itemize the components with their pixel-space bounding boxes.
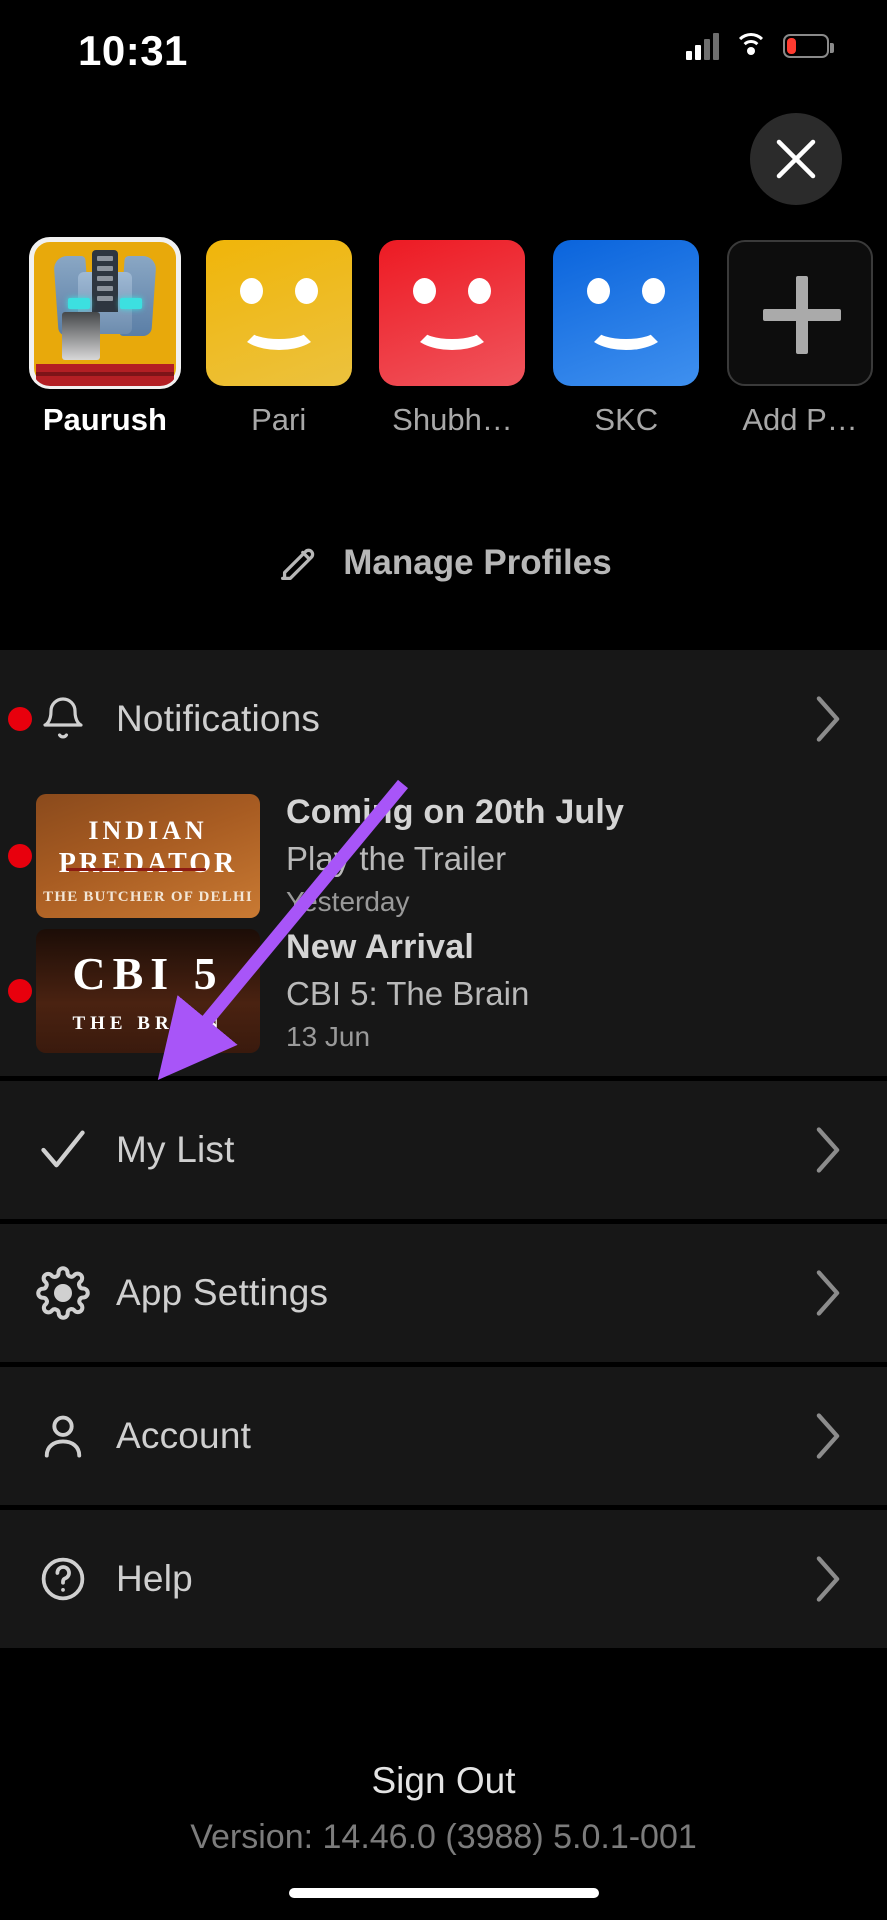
smiley-avatar[interactable] bbox=[205, 240, 352, 386]
profile-name: Add P… bbox=[742, 402, 858, 437]
menu-item-app-settings[interactable]: App Settings bbox=[0, 1224, 887, 1362]
notification-subtitle: Play the Trailer bbox=[286, 840, 507, 877]
app-settings-group: App Settings bbox=[0, 1224, 887, 1362]
cbi5-thumbnail: CBI 5 THE BRAIN bbox=[36, 928, 260, 1053]
profile-item-shubh[interactable]: Shubh… bbox=[366, 240, 540, 438]
question-circle-icon bbox=[28, 1554, 98, 1604]
chevron-right-icon bbox=[816, 1413, 840, 1459]
notification-title: Coming on 20th July bbox=[286, 793, 625, 831]
unread-dot bbox=[8, 978, 32, 1003]
notification-item[interactable]: INDIAN PREDATOR THE BUTCHER OF DELHI Com… bbox=[0, 788, 887, 923]
profile-item-paurush[interactable]: Paurush bbox=[18, 237, 192, 438]
profile-item-pari[interactable]: Pari bbox=[192, 240, 366, 438]
cellular-signal-icon bbox=[686, 32, 719, 60]
profile-name: Pari bbox=[251, 402, 307, 437]
poster-line-2: THE BRAIN bbox=[72, 1012, 224, 1034]
unread-dot bbox=[8, 843, 32, 868]
menu-item-help[interactable]: Help bbox=[0, 1510, 887, 1648]
bell-icon bbox=[28, 695, 98, 743]
menu-item-my-list[interactable]: My List bbox=[0, 1081, 887, 1219]
gear-icon bbox=[28, 1266, 98, 1320]
wifi-icon bbox=[734, 33, 768, 59]
account-group: Account bbox=[0, 1367, 887, 1505]
poster-line-3: THE BUTCHER OF DELHI bbox=[43, 888, 253, 905]
poster-line-2: PREDATOR bbox=[58, 847, 238, 879]
add-profile-avatar[interactable] bbox=[727, 240, 874, 386]
menu-item-label: My List bbox=[116, 1129, 235, 1170]
profile-name: Shubh… bbox=[392, 402, 513, 437]
version-label: Version: 14.46.0 (3988) 5.0.1-001 bbox=[190, 1818, 697, 1856]
optimus-prime-avatar[interactable] bbox=[28, 237, 181, 389]
menu-item-label: Account bbox=[116, 1415, 252, 1456]
smiley-avatar[interactable] bbox=[553, 240, 700, 386]
chevron-right-icon bbox=[816, 1556, 840, 1602]
notification-date: Yesterday bbox=[286, 886, 410, 917]
notifications-label: Notifications bbox=[116, 698, 321, 739]
unread-dot bbox=[8, 707, 32, 731]
menu-item-account[interactable]: Account bbox=[0, 1367, 887, 1505]
chevron-right-icon bbox=[816, 1127, 840, 1173]
menu-item-label: App Settings bbox=[116, 1272, 329, 1313]
status-bar-time: 10:31 bbox=[78, 27, 188, 74]
notification-text: Coming on 20th July Play the Trailer Yes… bbox=[286, 793, 624, 918]
menu-item-label: Help bbox=[116, 1558, 193, 1599]
profiles-row: Paurush Pari Shubh… SKC Add P… bbox=[0, 237, 887, 438]
notification-date: 13 Jun bbox=[286, 1021, 371, 1052]
menu-panel: Notifications INDIAN PREDATOR THE BUTCHE… bbox=[0, 650, 887, 1648]
manage-profiles-label: Manage Profiles bbox=[343, 543, 612, 582]
close-icon bbox=[776, 139, 816, 179]
smiley-avatar[interactable] bbox=[379, 240, 526, 386]
poster-line-1: INDIAN bbox=[88, 815, 208, 845]
notification-text: New Arrival CBI 5: The Brain 13 Jun bbox=[286, 928, 529, 1053]
battery-low-icon bbox=[783, 34, 834, 58]
app-root: 10:31 Paurush Pari Shubh… SKC Add P… Man… bbox=[0, 0, 887, 1920]
notification-title: New Arrival bbox=[286, 928, 475, 966]
poster-line-1: CBI 5 bbox=[72, 947, 224, 999]
profile-name: SKC bbox=[594, 402, 659, 437]
profile-name: Paurush bbox=[42, 402, 167, 437]
sign-out-button[interactable]: Sign Out bbox=[0, 1760, 887, 1802]
pencil-icon bbox=[281, 548, 315, 580]
chevron-right-icon bbox=[816, 1270, 840, 1316]
my-list-group: My List bbox=[0, 1081, 887, 1219]
footer: Sign Out Version: 14.46.0 (3988) 5.0.1-0… bbox=[0, 1760, 887, 1857]
notification-subtitle: CBI 5: The Brain bbox=[286, 975, 530, 1012]
status-bar-indicators bbox=[686, 32, 834, 60]
chevron-right-icon bbox=[816, 696, 840, 742]
person-icon bbox=[28, 1410, 98, 1462]
profile-item-add-profile[interactable]: Add P… bbox=[713, 240, 887, 438]
indian-predator-thumbnail: INDIAN PREDATOR THE BUTCHER OF DELHI bbox=[36, 793, 260, 918]
profile-item-skc[interactable]: SKC bbox=[539, 240, 713, 438]
notifications-group: Notifications INDIAN PREDATOR THE BUTCHE… bbox=[0, 650, 887, 1076]
close-button[interactable] bbox=[750, 113, 842, 205]
notifications-header-row[interactable]: Notifications bbox=[0, 650, 887, 788]
checkmark-icon bbox=[28, 1124, 98, 1176]
status-bar: 10:31 bbox=[0, 0, 887, 100]
manage-profiles-button[interactable]: Manage Profiles bbox=[0, 540, 887, 586]
notification-item[interactable]: CBI 5 THE BRAIN New Arrival CBI 5: The B… bbox=[0, 923, 887, 1058]
help-group: Help bbox=[0, 1510, 887, 1648]
home-indicator bbox=[288, 1888, 599, 1898]
